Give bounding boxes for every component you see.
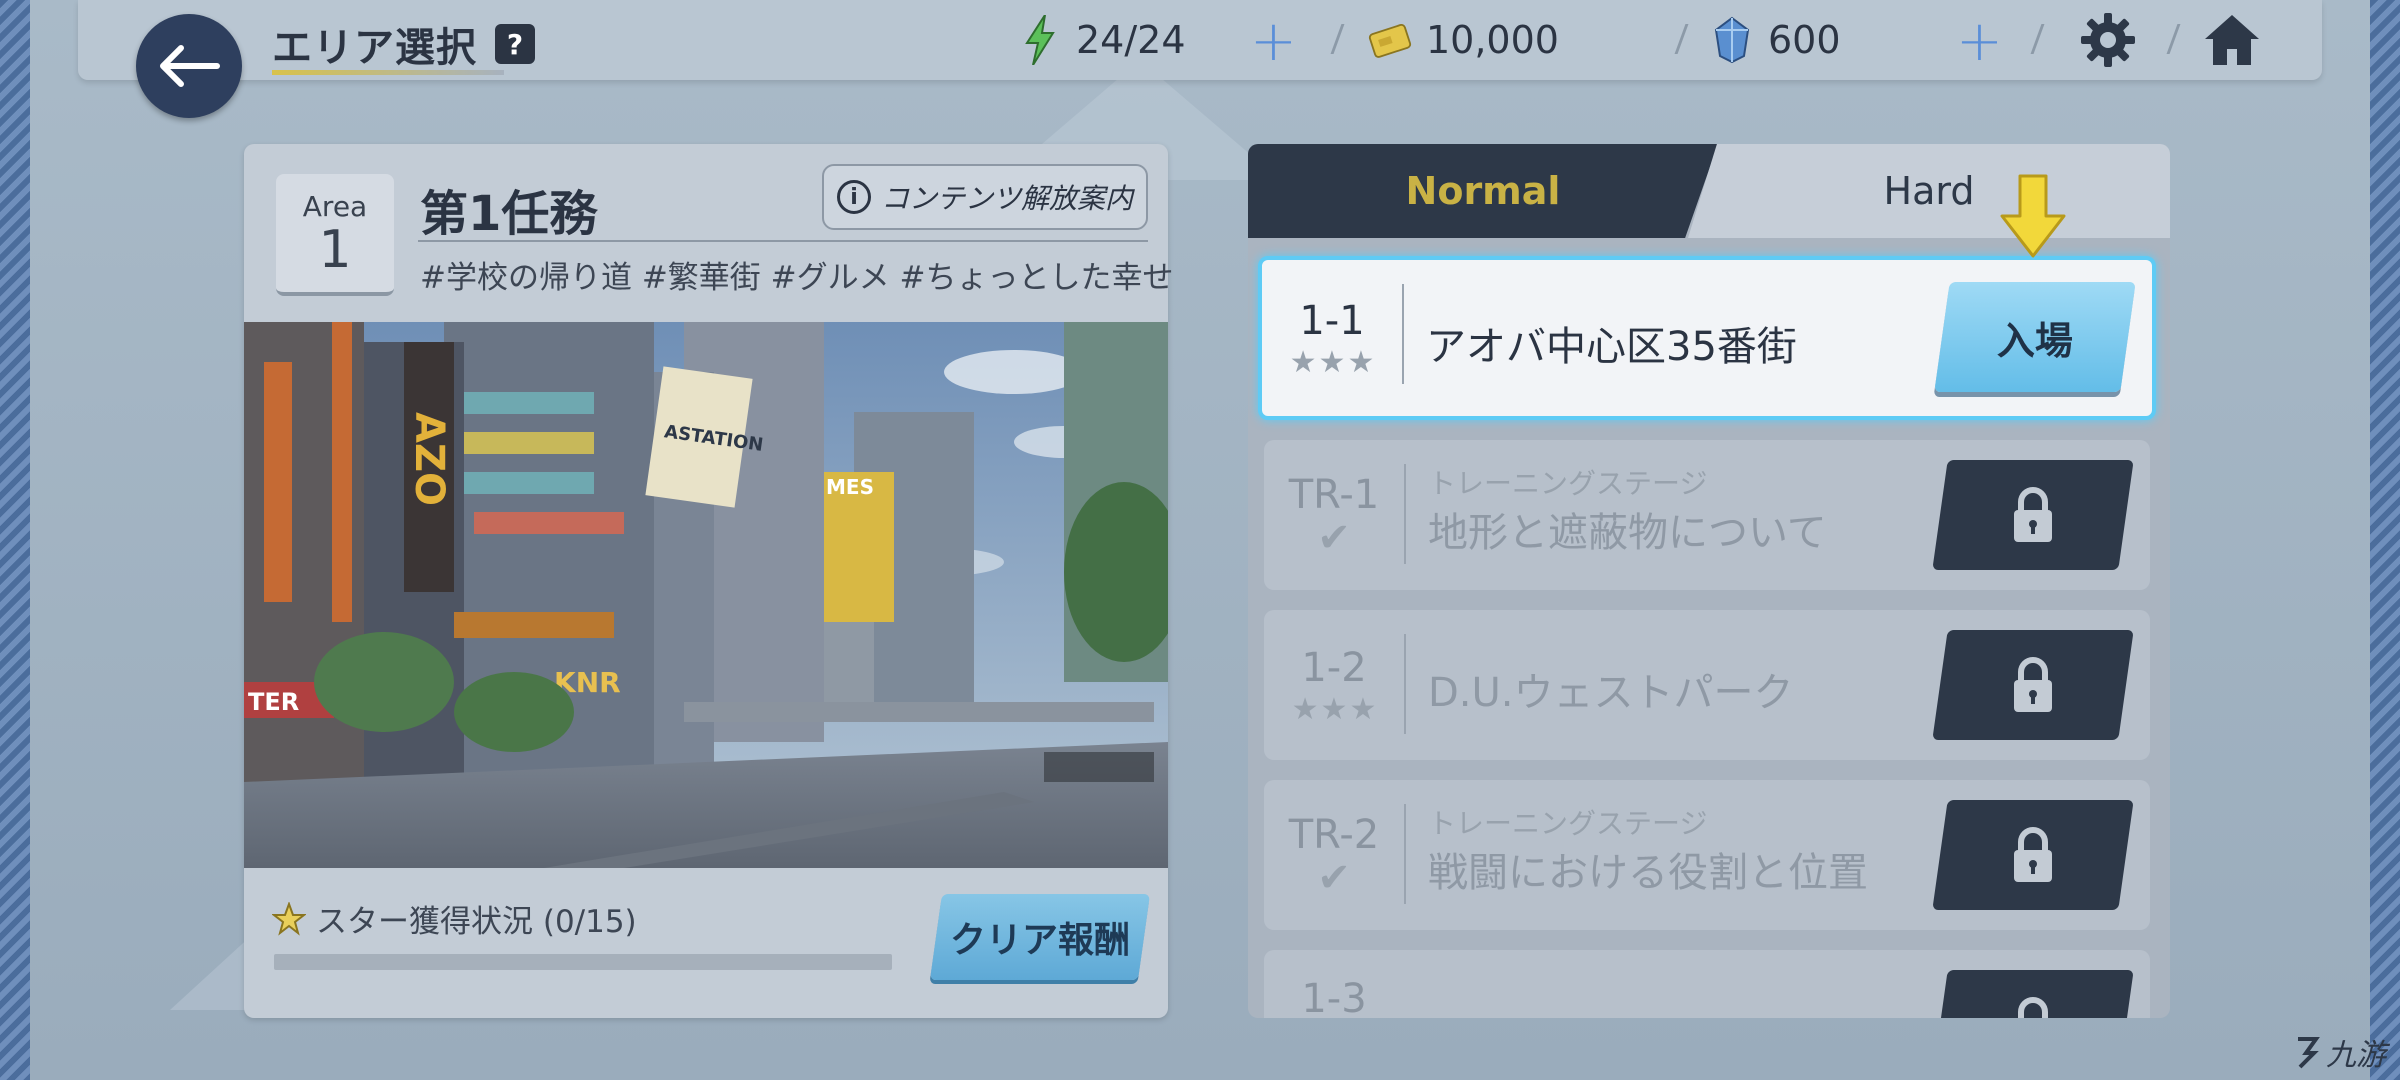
stage-item-tr-1[interactable]: TR-1 ✔ トレーニングステージ 地形と遮蔽物について (1264, 440, 2150, 590)
stage-item-tr-2[interactable]: TR-2 ✔ トレーニングステージ 戦闘における役割と位置 (1264, 780, 2150, 930)
area-tags: #学校の帰り道 #繁華街 #グルメ #ちょっとした幸せ (420, 260, 1174, 296)
help-button[interactable]: ? (495, 24, 535, 64)
stage-subtitle: トレーニングステージ (1428, 807, 1708, 840)
watermark-text: 九游 (2326, 1038, 2386, 1073)
settings-button[interactable] (2076, 8, 2140, 72)
star-status: スター獲得状況 (0/15) (272, 896, 637, 941)
divider (1402, 284, 1404, 384)
stage-code-box: 1-2 ★ ★ ★ (1264, 610, 1404, 760)
locked-button[interactable] (1932, 970, 2134, 1018)
arrow-left-icon (160, 45, 220, 87)
stage-code-box: TR-2 ✔ (1264, 780, 1404, 930)
divider (1404, 634, 1406, 734)
star-icon: ★ (1347, 345, 1375, 380)
lock-icon (2014, 487, 2052, 542)
stage-subtitle: トレーニングステージ (1428, 467, 1708, 500)
stage-item-1-2[interactable]: 1-2 ★ ★ ★ D.U.ウェストパーク (1264, 610, 2150, 760)
star-icon: ★ (1289, 345, 1317, 380)
ap-counter: 24/24 (1018, 10, 1186, 70)
info-icon: i (836, 180, 871, 214)
star-icon: ★ (1291, 692, 1319, 727)
lock-icon (2018, 997, 2048, 1018)
lightning-icon (1018, 15, 1062, 65)
clear-reward-label: クリア報酬 (949, 920, 1130, 961)
area-label: Area (302, 189, 368, 223)
area-illustration: AZO ASTATION MES KNR TER (244, 322, 1168, 868)
area-info-panel: Area 1 第1任務 i コンテンツ解放案内 #学校の帰り道 #繁華街 #グル… (244, 144, 1173, 1018)
stage-code: TR-1 (1288, 472, 1380, 518)
credit-value: 10,000 (1426, 18, 1559, 62)
tab-hard[interactable]: Hard (1688, 144, 2170, 238)
stage-stars: ★ ★ ★ (1292, 695, 1377, 725)
stage-item-1-3[interactable]: 1-3 (1264, 950, 2150, 1018)
star-progress-bar (274, 954, 892, 970)
gem-value: 600 (1768, 18, 1841, 62)
locked-button[interactable] (1932, 630, 2134, 740)
enter-button[interactable]: 入場 (1934, 282, 2136, 392)
watermark: 九游 (2292, 1030, 2386, 1074)
locked-button[interactable] (1932, 460, 2134, 570)
stage-name: 地形と遮蔽物について (1428, 510, 1827, 556)
lock-icon (2014, 657, 2052, 712)
divider (418, 240, 1148, 242)
scene-sign: AZO (406, 412, 452, 506)
area-number: 1 (318, 219, 352, 280)
stage-item-1-1[interactable]: 1-1 ★ ★ ★ アオバ中心区35番街 入場 (1258, 256, 2156, 420)
back-button[interactable] (136, 14, 242, 118)
divider (1404, 464, 1406, 564)
star-icon (272, 901, 306, 936)
area-badge: Area 1 (276, 174, 394, 296)
lock-icon (2014, 827, 2052, 882)
gem-counter: 600 (1710, 10, 1841, 70)
tab-normal[interactable]: Normal (1248, 144, 1718, 238)
ap-value: 24/24 (1076, 18, 1186, 62)
gem-plus-button[interactable]: + (1956, 14, 2003, 70)
arrow-down-icon (1998, 172, 2068, 262)
scene-sign: TER (248, 688, 299, 716)
watermark-logo-icon (2298, 1037, 2320, 1069)
stage-code: 1-3 (1301, 976, 1367, 1018)
stage-code-box: TR-1 ✔ (1264, 440, 1404, 590)
divider (1404, 804, 1406, 904)
clear-reward-button[interactable]: クリア報酬 (929, 894, 1151, 980)
star-status-label: スター獲得状況 (0/15) (316, 904, 637, 940)
scene-sign: MES (826, 475, 874, 499)
left-edge-stripe (0, 0, 30, 1080)
stage-code-box: 1-3 (1264, 950, 1404, 1018)
check-icon: ✔ (1317, 855, 1351, 901)
star-icon: ★ (1349, 692, 1377, 727)
stage-list-panel: Normal Hard 1-1 ★ ★ ★ アオバ中心区35番街 入場 TR-1 ✔… (1248, 144, 2170, 1018)
enter-label: 入場 (1996, 318, 2073, 363)
gear-icon (2081, 13, 2135, 67)
mission-title: 第1任務 (420, 186, 598, 242)
home-button[interactable] (2200, 8, 2264, 72)
stage-code-box: 1-1 ★ ★ ★ (1262, 260, 1402, 416)
stage-code: TR-2 (1288, 812, 1380, 858)
title-underline (272, 70, 504, 75)
stage-code: 1-2 (1301, 645, 1367, 691)
check-icon: ✔ (1317, 515, 1351, 561)
ap-plus-button[interactable]: + (1250, 14, 1297, 70)
home-icon (2205, 15, 2259, 65)
page-title-wrap: エリア選択 ? (272, 12, 535, 76)
credit-card-icon (1368, 18, 1412, 62)
page-title: エリア選択 (272, 25, 477, 71)
stage-code: 1-1 (1299, 298, 1365, 344)
credit-counter: 10,000 (1368, 10, 1559, 70)
content-unlock-button[interactable]: i コンテンツ解放案内 (822, 164, 1148, 230)
star-icon: ★ (1320, 692, 1348, 727)
stage-name: 戦闘における役割と位置 (1428, 850, 1868, 896)
content-unlock-label: コンテンツ解放案内 (880, 182, 1133, 215)
stage-stars: ★ ★ ★ (1290, 348, 1375, 378)
gem-icon (1710, 16, 1754, 64)
locked-button[interactable] (1932, 800, 2134, 910)
stage-name: アオバ中心区35番街 (1426, 324, 1797, 370)
right-edge-stripe (2370, 0, 2400, 1080)
stage-name: D.U.ウェストパーク (1428, 670, 1794, 716)
star-icon: ★ (1318, 345, 1346, 380)
